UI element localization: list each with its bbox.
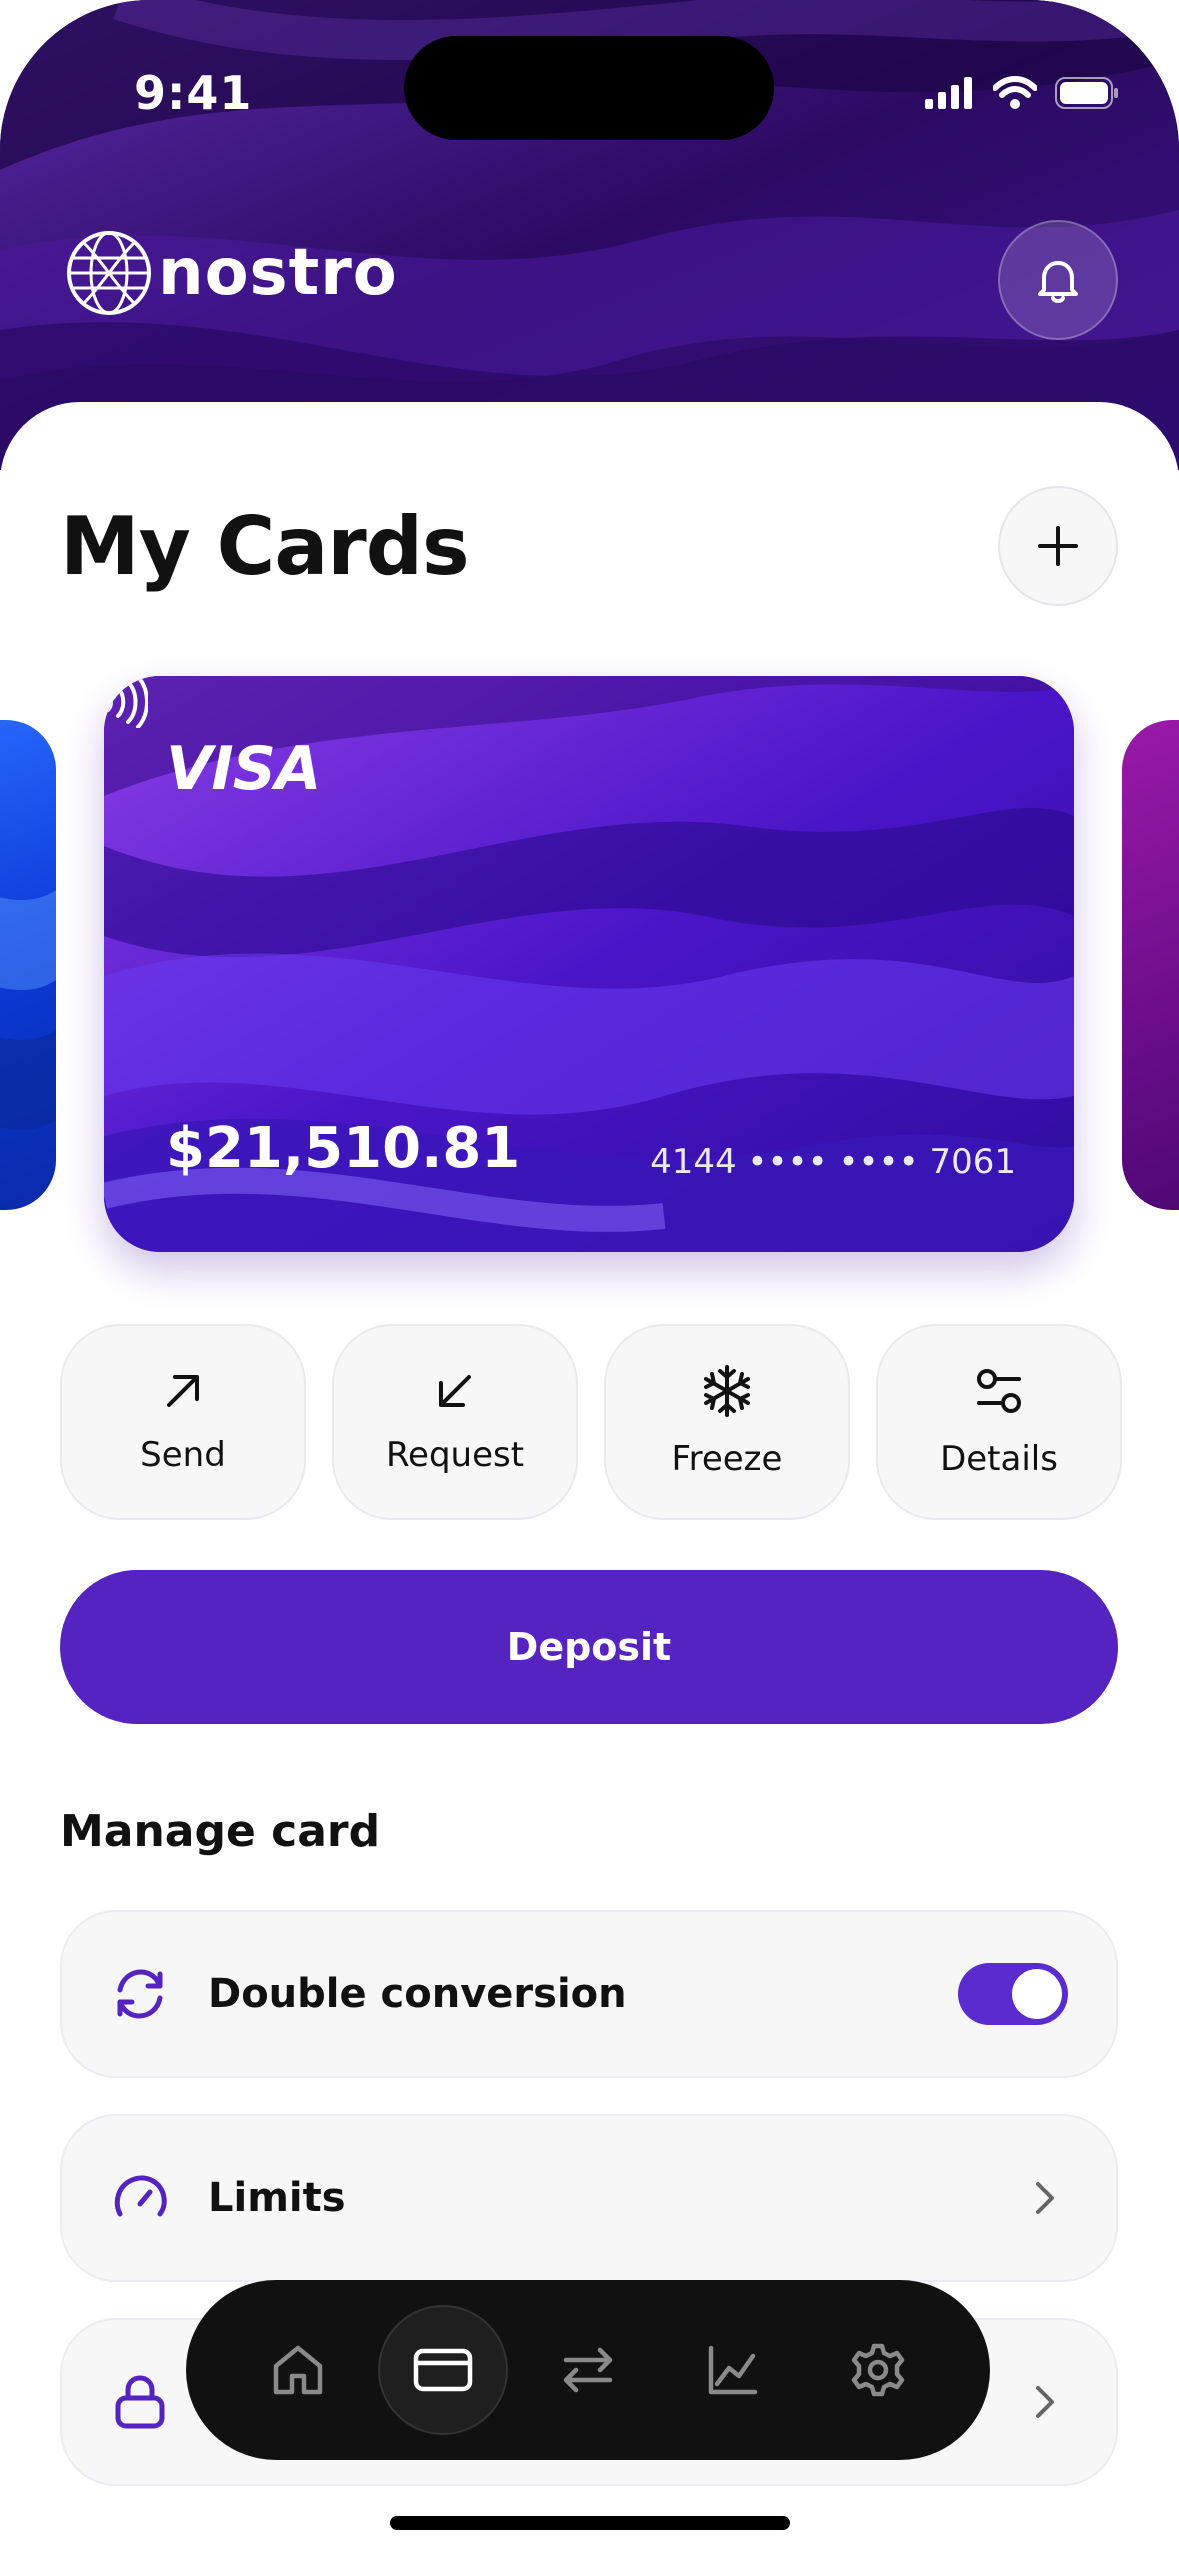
brand-name: nostro <box>158 236 398 310</box>
phone-screen: 9:41 nostro My Cards VISA $21,510.81 414… <box>0 0 1179 2556</box>
send-button[interactable]: Send <box>60 1324 306 1520</box>
send-label: Send <box>140 1435 226 1475</box>
tab-transfers[interactable] <box>523 2305 653 2435</box>
double-conversion-toggle[interactable] <box>958 1963 1068 2025</box>
contactless-icon <box>106 676 148 728</box>
chart-icon <box>708 2345 758 2395</box>
status-icons <box>925 76 1119 110</box>
lock-icon <box>106 2368 174 2436</box>
bell-icon <box>1038 261 1078 303</box>
card-balance: $21,510.81 <box>166 1116 521 1181</box>
page-title: My Cards <box>60 500 470 593</box>
transfer-icon <box>563 2347 613 2393</box>
home-icon <box>274 2345 323 2395</box>
freeze-button[interactable]: Freeze <box>604 1324 850 1520</box>
status-time: 9:41 <box>134 66 253 120</box>
tab-analytics[interactable] <box>668 2305 798 2435</box>
settings-icon <box>851 2343 904 2397</box>
cellular-signal-icon <box>925 77 972 109</box>
snowflake-icon <box>704 1365 750 1417</box>
home-indicator <box>390 2516 790 2530</box>
tab-settings[interactable] <box>813 2305 943 2435</box>
freeze-label: Freeze <box>671 1439 783 1479</box>
tab-home[interactable] <box>233 2305 363 2435</box>
double-conversion-row[interactable]: Double conversion <box>60 1910 1118 2078</box>
card-icon <box>413 2348 473 2392</box>
chevron-right-icon <box>1036 2182 1054 2214</box>
limits-label: Limits <box>208 2175 346 2221</box>
battery-icon <box>1055 77 1118 109</box>
arrow-down-left-icon <box>439 1375 471 1407</box>
request-label: Request <box>385 1435 525 1475</box>
header: 9:41 nostro <box>0 0 1179 470</box>
notifications-button[interactable] <box>998 220 1118 340</box>
details-label: Details <box>940 1439 1058 1479</box>
wifi-icon <box>993 76 1037 109</box>
request-button[interactable]: Request <box>332 1324 578 1520</box>
card-number: 4144 •••• •••• 7061 <box>650 1142 1016 1182</box>
details-button[interactable]: Details <box>876 1324 1122 1520</box>
card-network-logo: VISA <box>166 734 321 804</box>
add-card-button[interactable] <box>998 486 1118 606</box>
card-visa[interactable]: VISA $21,510.81 4144 •••• •••• 7061 <box>104 676 1074 1252</box>
double-conversion-label: Double conversion <box>208 1971 627 2017</box>
chevron-right-icon <box>1036 2386 1054 2418</box>
gauge-icon <box>106 2164 174 2232</box>
card-next[interactable] <box>1122 720 1179 1210</box>
arrow-up-right-icon <box>167 1375 199 1407</box>
deposit-button[interactable]: Deposit <box>60 1570 1118 1724</box>
globe-logo-icon <box>67 231 151 315</box>
card-actions: Send Request Freeze Details <box>60 1324 1122 1520</box>
toggle-knob <box>1012 1969 1062 2019</box>
dynamic-island <box>404 36 774 140</box>
brand-logo: nostro <box>64 228 398 318</box>
plus-icon <box>1038 526 1078 566</box>
tab-bar <box>186 2280 990 2460</box>
limits-row[interactable]: Limits <box>60 2114 1118 2282</box>
sliders-icon <box>977 1369 1021 1413</box>
tab-cards[interactable] <box>378 2305 509 2435</box>
manage-card-title: Manage card <box>60 1806 381 1857</box>
card-previous[interactable] <box>0 720 56 1210</box>
refresh-icon <box>106 1960 174 2028</box>
card-previous-waves <box>0 890 56 1130</box>
